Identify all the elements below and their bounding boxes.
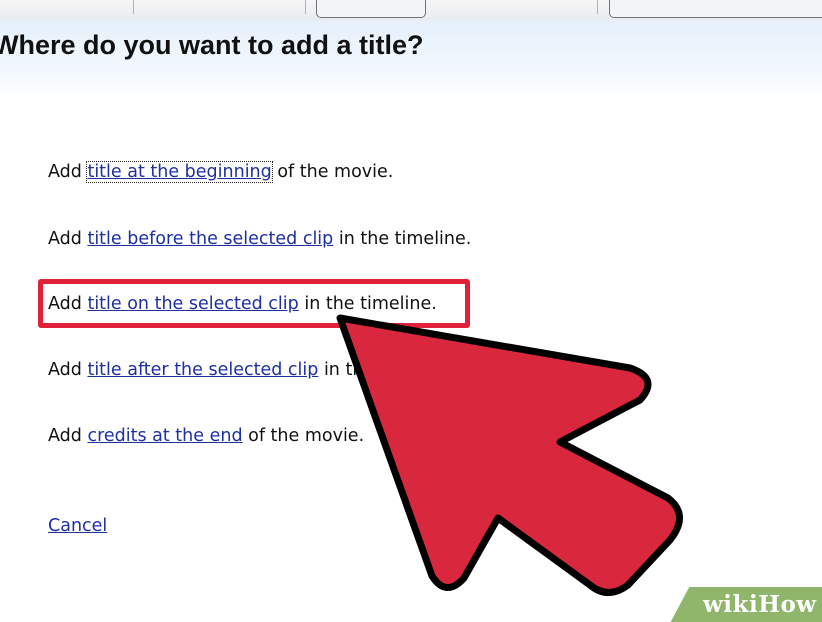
wikihow-logo-part2: How — [758, 591, 817, 618]
wikihow-logo: wikiHow — [703, 591, 817, 618]
pointer-arrow-icon — [336, 314, 683, 596]
arrow-shape — [336, 314, 683, 596]
screenshot-stage: Where do you want to add a title? Add ti… — [0, 0, 822, 622]
wikihow-logo-part1: wiki — [703, 591, 759, 618]
